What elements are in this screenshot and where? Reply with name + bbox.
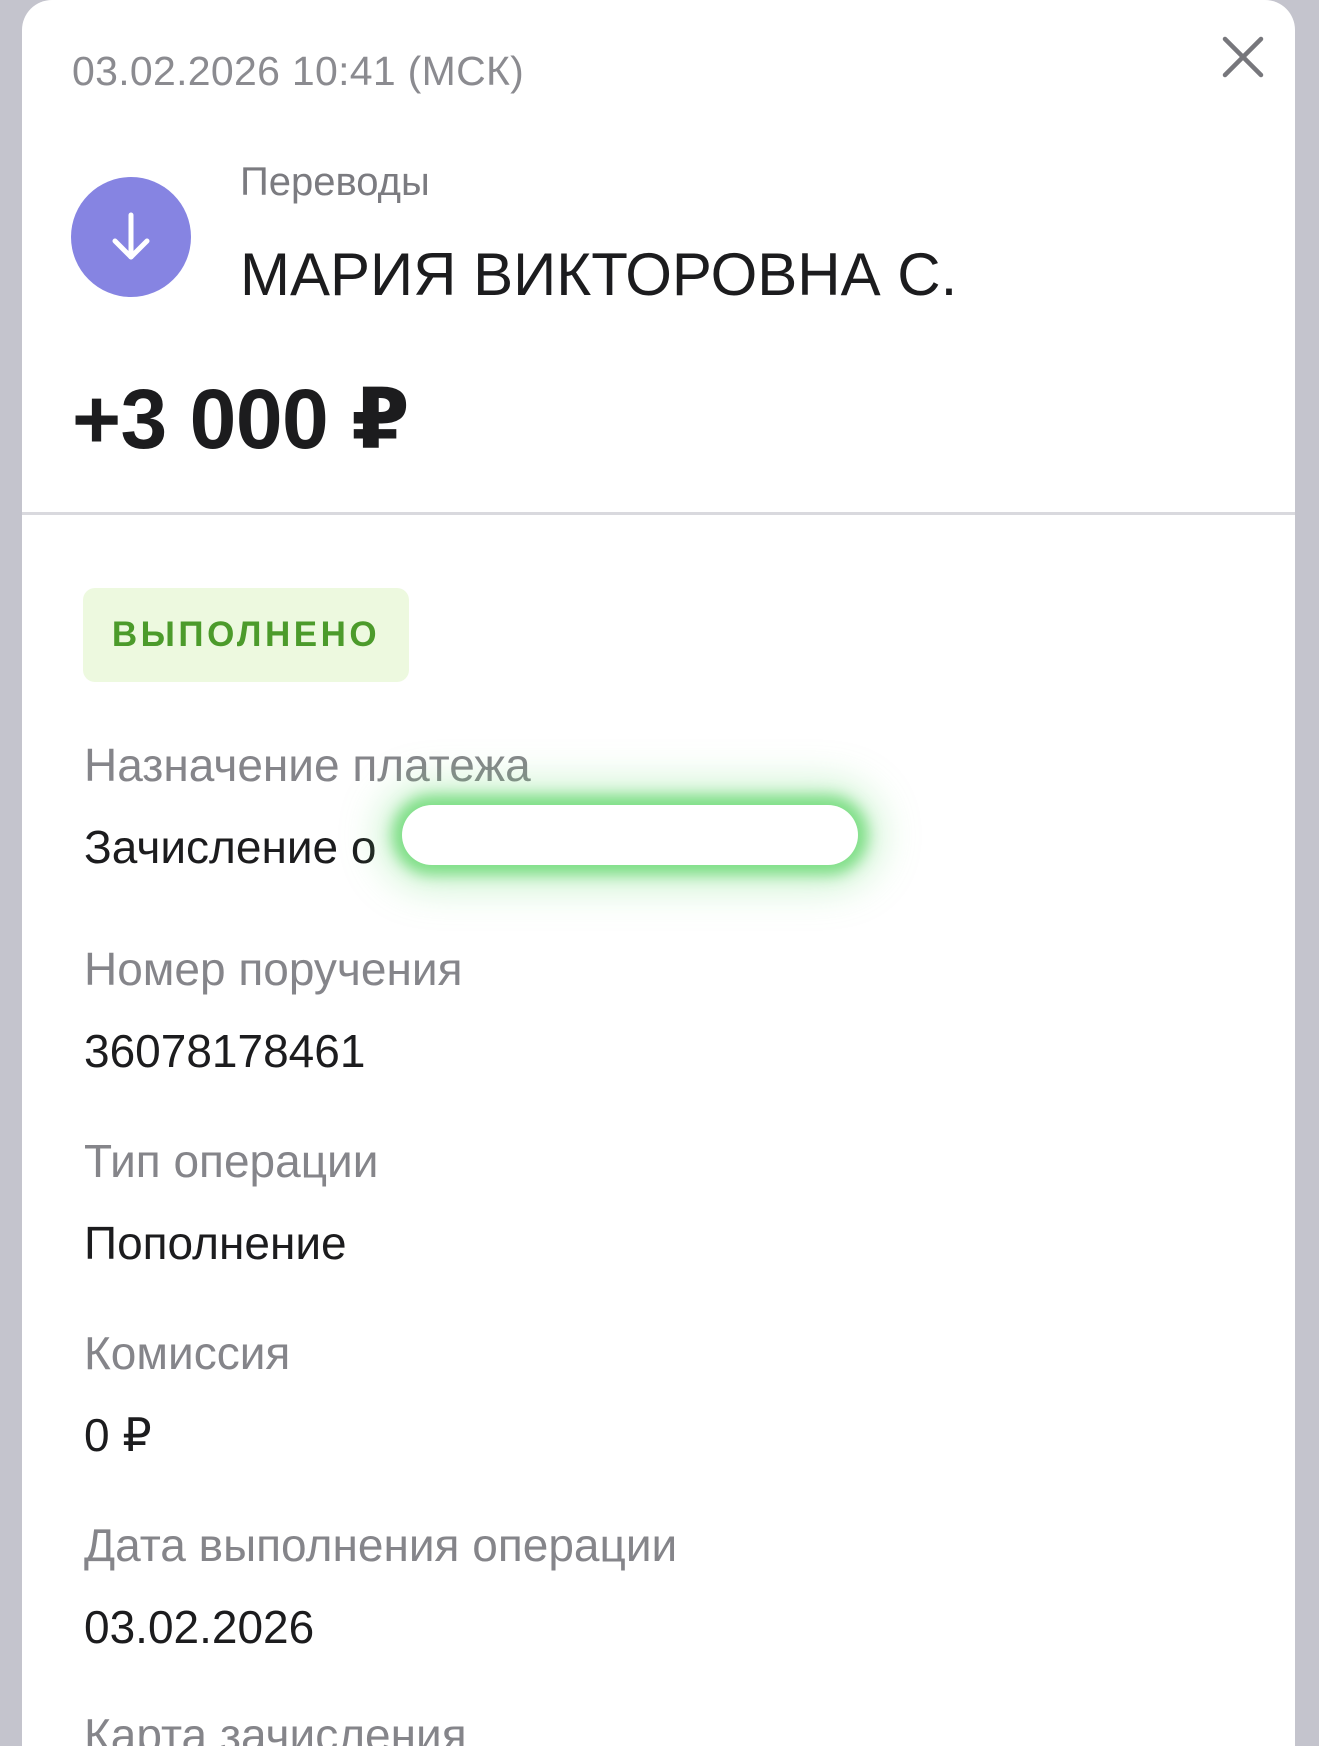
operation-timestamp: 03.02.2026 10:41 (МСК) — [72, 48, 525, 94]
header-divider — [22, 512, 1295, 515]
purpose-value: Зачисление о — [84, 821, 377, 873]
purpose-label: Назначение платежа — [84, 739, 531, 791]
fee-label: Комиссия — [84, 1327, 291, 1379]
operation-type-value: Пополнение — [84, 1217, 347, 1269]
arrow-down-icon — [112, 212, 150, 260]
fee-value: 0 ₽ — [84, 1409, 152, 1461]
redaction-mark — [402, 805, 858, 865]
operation-type-label: Тип операции — [84, 1135, 379, 1187]
operation-amount: +3 000 ₽ — [72, 372, 410, 466]
execution-date-value: 03.02.2026 — [84, 1601, 315, 1653]
status-label: ВЫПОЛНЕНО — [111, 615, 381, 654]
order-number-value: 36078178461 — [84, 1025, 366, 1077]
operation-details-card: 03.02.2026 10:41 (МСК) Переводы МАРИЯ ВИ… — [22, 0, 1295, 1746]
incoming-transfer-avatar — [71, 177, 191, 297]
operation-category: Переводы — [240, 160, 430, 204]
order-number-label: Номер поручения — [84, 943, 463, 995]
counterparty-name: МАРИЯ ВИКТОРОВНА С. — [240, 241, 958, 308]
close-icon — [1222, 36, 1264, 78]
execution-date-label: Дата выполнения операции — [84, 1519, 678, 1571]
close-button[interactable] — [1210, 24, 1276, 90]
status-badge: ВЫПОЛНЕНО — [83, 588, 409, 682]
card-label: Карта зачисления — [84, 1709, 467, 1746]
